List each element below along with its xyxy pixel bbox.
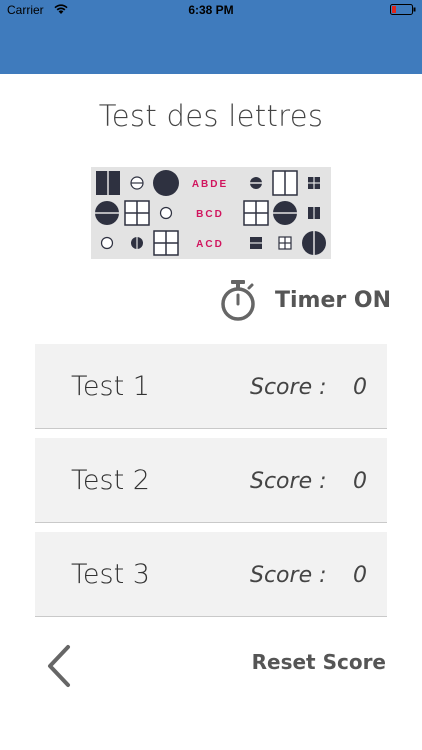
page-title: Test des lettres [98,99,324,133]
test-row-3[interactable]: Test 3 Score : 0 [35,532,387,617]
test-row-1[interactable]: Test 1 Score : 0 [35,344,387,429]
chevron-left-icon[interactable] [44,643,74,689]
stopwatch-icon[interactable] [218,279,258,323]
score-value: 0 [353,563,367,588]
reset-score-button[interactable]: Reset Score [252,650,386,674]
logo-letters-row1: ABDE [192,179,228,190]
test-row-2[interactable]: Test 2 Score : 0 [35,438,387,523]
letters-test-logo: ABDE BCD ACD [91,167,331,259]
test-name: Test 2 [71,465,150,496]
test-name: Test 1 [71,371,150,402]
battery-icon [390,4,416,15]
logo-letters-row2: BCD [196,209,224,220]
score-value: 0 [353,469,367,494]
score-label: Score : [250,469,327,494]
score-label: Score : [250,375,327,400]
clock-time: 6:38 PM [188,3,234,17]
logo-letters-row3: ACD [196,239,224,250]
timer-toggle-label[interactable]: Timer ON [275,288,391,313]
header-bar: Carrier 6:38 PM [0,0,422,74]
score-label: Score : [250,563,327,588]
score-value: 0 [353,375,367,400]
test-name: Test 3 [71,559,150,590]
